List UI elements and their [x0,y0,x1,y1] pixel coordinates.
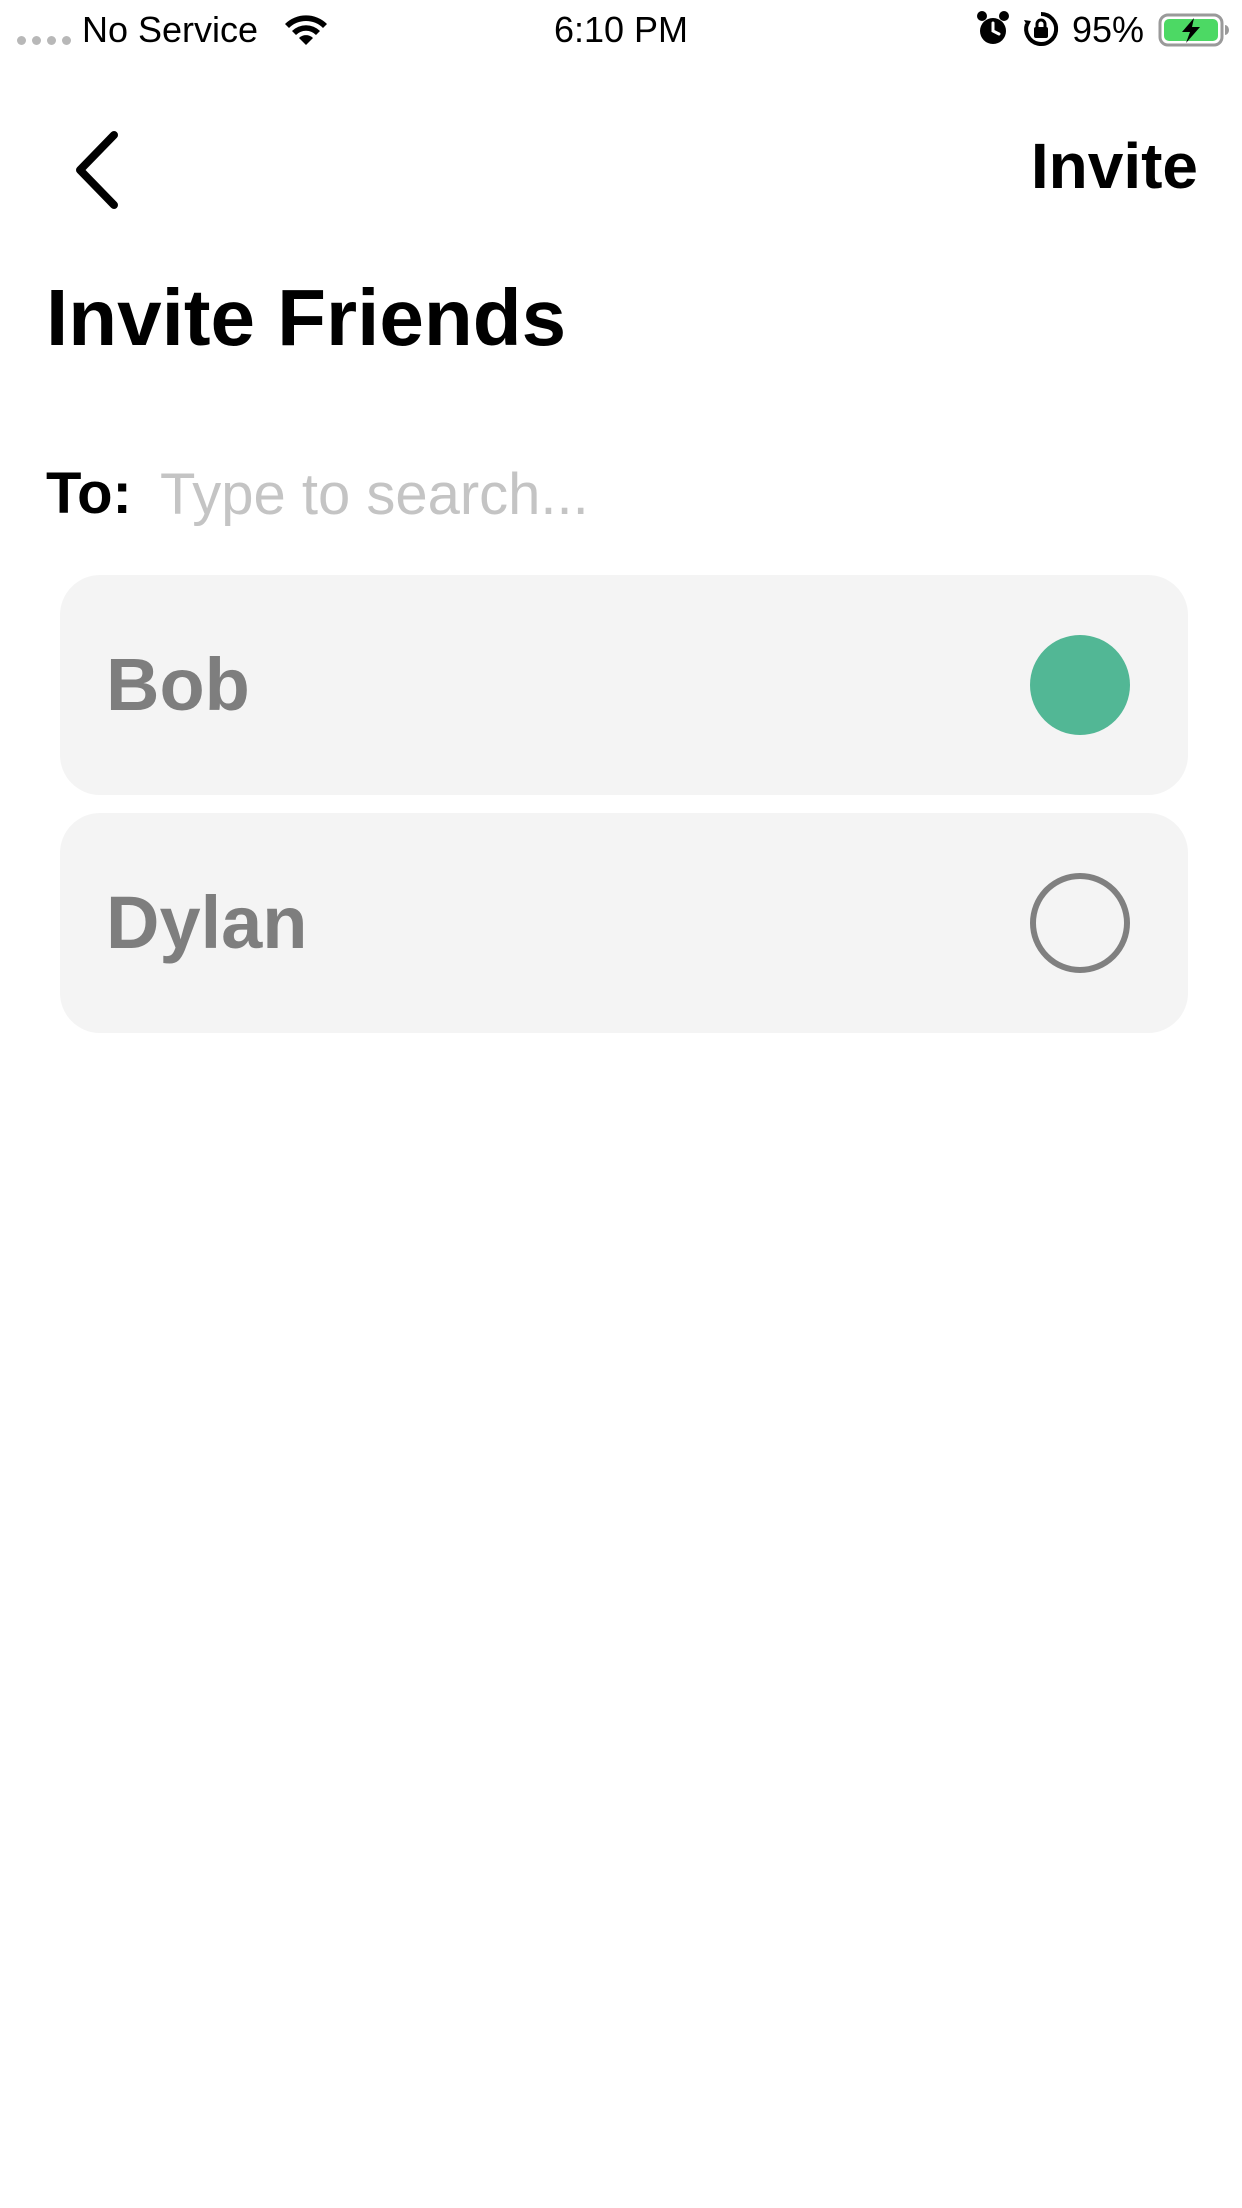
friend-name: Dylan [106,881,308,964]
rotation-lock-icon [1024,11,1059,46]
friend-name: Bob [106,643,250,726]
page-title: Invite Friends [46,273,567,362]
friend-row-bob[interactable]: Bob [60,575,1188,795]
invite-button[interactable]: Invite [1031,124,1198,208]
battery-charging-icon [1158,13,1229,47]
search-input[interactable] [160,456,1190,532]
friend-row-dylan[interactable]: Dylan [60,813,1188,1033]
alarm-icon [977,11,1009,44]
battery-percent: 95% [1072,9,1145,50]
friend-list: Bob Dylan [60,575,1188,1051]
status-bar: No Service 6:10 PM 95% [0,0,1242,60]
chevron-left-icon [76,131,118,209]
to-label: To: [46,461,132,526]
selected-circle-icon[interactable] [1030,635,1130,735]
unselected-circle-icon[interactable] [1030,873,1130,973]
back-button[interactable] [70,120,140,220]
